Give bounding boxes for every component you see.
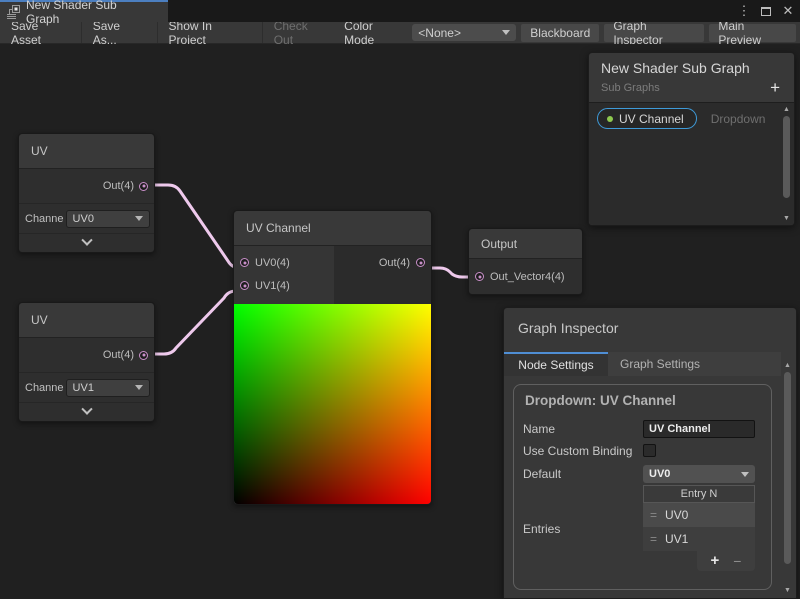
input-port-row: UV0(4): [240, 254, 334, 271]
node-title[interactable]: UV Channel: [234, 211, 431, 246]
subgraph-asset-icon: [6, 5, 20, 19]
name-input[interactable]: [643, 420, 755, 438]
channel-dropdown[interactable]: UV0: [66, 210, 150, 228]
node-uv-1[interactable]: UV Out(4) Channe UV0: [18, 133, 155, 253]
blackboard-toggle-button[interactable]: Blackboard: [521, 24, 599, 42]
remove-entry-button[interactable]: −: [733, 556, 741, 566]
property-type-label: Dropdown: [711, 112, 766, 126]
scroll-up-icon[interactable]: ▲: [783, 105, 790, 114]
graph-canvas[interactable]: UV Out(4) Channe UV0 UV Out(4) Channe UV…: [0, 44, 800, 599]
port-label: UV0(4): [255, 257, 290, 269]
section-title: Dropdown: UV Channel: [525, 393, 762, 408]
edge-uv0: [144, 185, 244, 268]
graph-inspector-toggle-button[interactable]: Graph Inspector: [604, 24, 704, 42]
chevron-down-icon: [135, 216, 143, 221]
close-icon[interactable]: ✕: [780, 3, 796, 19]
kebab-menu-icon[interactable]: ⋮: [736, 3, 752, 19]
channel-label: Channe: [25, 382, 64, 394]
port-label: Out(4): [103, 180, 134, 192]
entry-row-uv1[interactable]: = UV1: [643, 527, 755, 551]
blackboard-panel[interactable]: New Shader Sub Graph Sub Graphs + UV Cha…: [588, 52, 795, 226]
scroll-down-icon[interactable]: ▼: [783, 214, 790, 223]
name-label: Name: [523, 420, 643, 438]
entries-list: Entry N = UV0 = UV1 + −: [643, 485, 755, 571]
tab-node-settings[interactable]: Node Settings: [504, 352, 608, 376]
dropdown-settings-box: Dropdown: UV Channel Name Use Custom Bin…: [513, 384, 772, 590]
input-port-row: UV1(4): [240, 277, 334, 294]
chevron-down-icon: [502, 30, 510, 35]
input-port-uv1[interactable]: [240, 281, 249, 290]
scroll-up-icon[interactable]: ▲: [784, 361, 791, 370]
maximize-icon[interactable]: [758, 3, 774, 19]
channel-label: Channe: [25, 213, 64, 225]
port-label: Out(4): [379, 257, 410, 269]
default-dropdown[interactable]: UV0: [643, 465, 755, 483]
output-port[interactable]: [139, 182, 148, 191]
input-port-uv0[interactable]: [240, 258, 249, 267]
chevron-down-icon: [741, 472, 749, 477]
show-in-project-button[interactable]: Show In Project: [158, 22, 262, 43]
edge-uv1: [144, 291, 244, 354]
uv-preview-gradient: [234, 304, 431, 504]
color-mode-value: <None>: [418, 26, 461, 40]
entries-header: Entry N: [643, 485, 755, 503]
input-port[interactable]: [475, 272, 484, 281]
check-out-button: Check Out: [263, 22, 340, 43]
add-property-button[interactable]: +: [770, 82, 782, 94]
use-custom-binding-label: Use Custom Binding: [523, 442, 643, 459]
drag-handle-icon[interactable]: =: [650, 532, 657, 546]
scrollbar-thumb[interactable]: [784, 372, 791, 564]
property-pill-uv-channel[interactable]: UV Channel: [597, 108, 697, 129]
blackboard-subtitle: Sub Graphs: [601, 82, 660, 94]
inspector-title: Graph Inspector: [504, 308, 796, 352]
node-output[interactable]: Output Out_Vector4(4): [468, 228, 583, 295]
exposed-dot-icon: [607, 116, 613, 122]
drag-handle-icon[interactable]: =: [650, 508, 657, 522]
channel-dropdown[interactable]: UV1: [66, 379, 150, 397]
collapse-chevron-icon: [81, 235, 92, 246]
node-title[interactable]: Output: [469, 229, 582, 259]
default-label: Default: [523, 465, 643, 483]
color-mode-label: Color Mode: [340, 19, 407, 47]
chevron-down-icon: [135, 385, 143, 390]
port-label: Out(4): [103, 349, 134, 361]
tab-graph-settings[interactable]: Graph Settings: [608, 352, 712, 376]
output-port-row: Out(4): [379, 254, 425, 271]
tab-title: New Shader Sub Graph: [26, 0, 142, 26]
output-port[interactable]: [416, 258, 425, 267]
collapse-chevron-icon: [81, 404, 92, 415]
node-title[interactable]: UV: [19, 303, 154, 338]
inspector-scrollbar[interactable]: ▲ ▼: [782, 361, 793, 595]
scroll-down-icon[interactable]: ▼: [784, 586, 791, 595]
window-tab-bar: New Shader Sub Graph ⋮ ✕: [0, 0, 800, 22]
blackboard-scrollbar[interactable]: ▲ ▼: [781, 105, 792, 223]
add-entry-button[interactable]: +: [711, 556, 720, 566]
use-custom-binding-checkbox[interactable]: [643, 444, 656, 457]
output-port[interactable]: [139, 351, 148, 360]
entries-label: Entries: [523, 520, 643, 537]
scrollbar-thumb[interactable]: [783, 116, 790, 198]
blackboard-title: New Shader Sub Graph: [601, 60, 782, 76]
port-label: Out_Vector4(4): [490, 271, 565, 283]
entry-row-uv0[interactable]: = UV0: [643, 503, 755, 527]
node-uv-channel[interactable]: UV Channel UV0(4) UV1(4) Out(4): [233, 210, 432, 505]
node-title[interactable]: UV: [19, 134, 154, 169]
main-preview-toggle-button[interactable]: Main Preview: [709, 24, 796, 42]
graph-inspector-panel[interactable]: Graph Inspector Node Settings Graph Sett…: [503, 307, 797, 599]
collapse-preview-button[interactable]: [19, 233, 154, 252]
port-label: UV1(4): [255, 280, 290, 292]
node-uv-2[interactable]: UV Out(4) Channe UV1: [18, 302, 155, 422]
color-mode-dropdown[interactable]: <None>: [412, 24, 516, 41]
tab-new-shader-sub-graph[interactable]: New Shader Sub Graph: [0, 0, 168, 22]
collapse-preview-button[interactable]: [19, 402, 154, 421]
